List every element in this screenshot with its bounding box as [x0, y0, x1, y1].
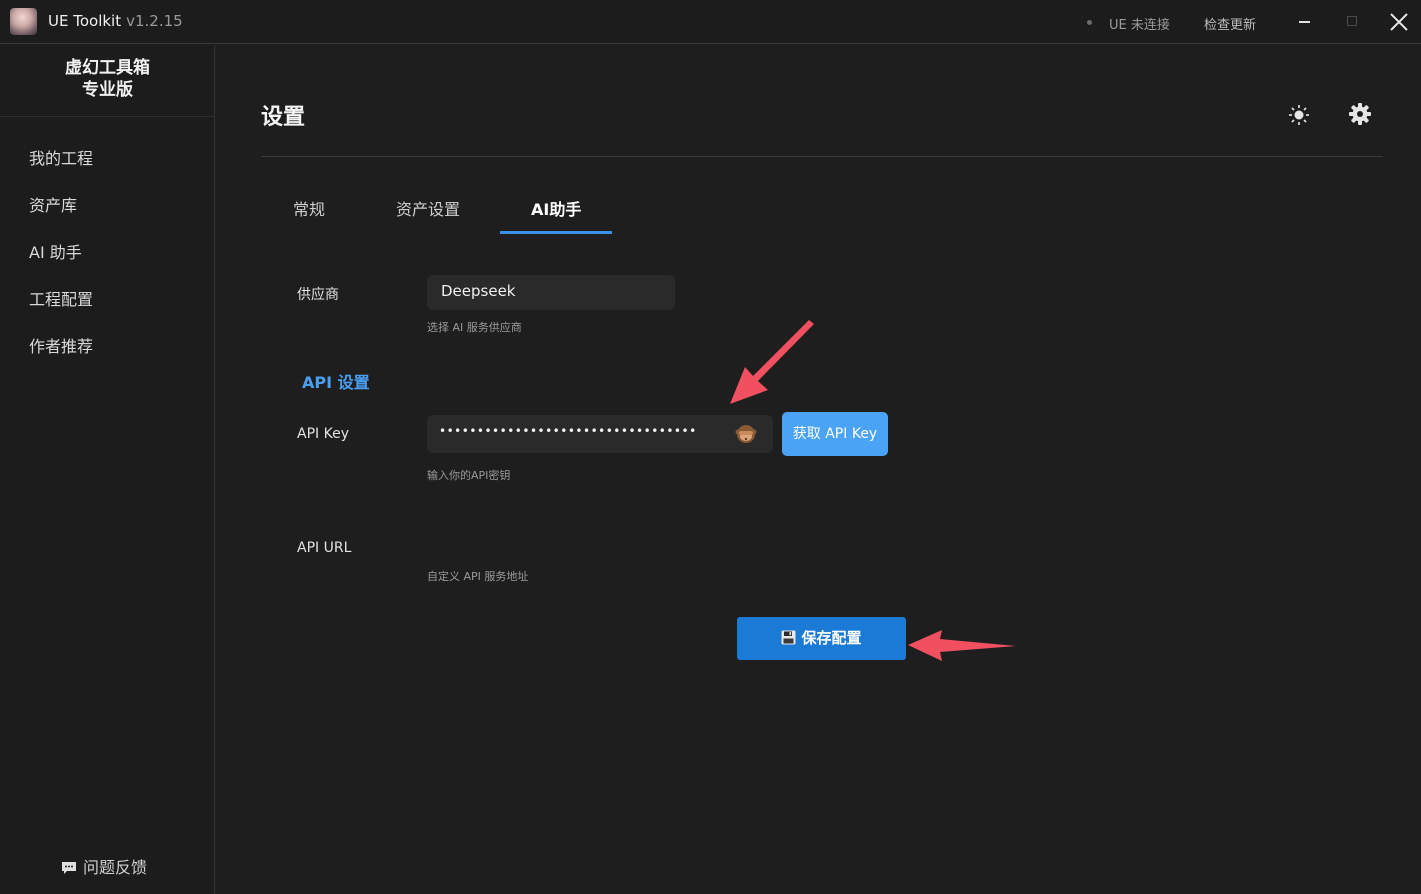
api-key-input[interactable]: •••••••••••••••••••••••••••••••••• — [427, 415, 773, 453]
tab-general[interactable]: 常规 — [293, 196, 325, 220]
gear-icon[interactable] — [1348, 102, 1372, 126]
sidebar: 虚幻工具箱 专业版 我的工程 资产库 AI 助手 工程配置 作者推荐 问题反馈 — [0, 45, 215, 894]
chat-bubble-icon — [62, 862, 76, 874]
brand-line-2: 专业版 — [82, 80, 133, 100]
status-dot-icon — [1087, 20, 1092, 25]
api-key-label: API Key — [297, 426, 349, 442]
title-divider — [261, 156, 1383, 157]
title-bar: UE Toolkit v1.2.15 UE 未连接 检查更新 — [0, 0, 1421, 44]
brand-divider — [0, 116, 215, 117]
get-api-key-button[interactable]: 获取 API Key — [782, 412, 888, 456]
close-icon[interactable] — [1387, 10, 1411, 34]
save-config-label: 保存配置 — [801, 629, 862, 647]
feedback-button[interactable]: 问题反馈 — [61, 854, 147, 878]
app-title: UE Toolkit v1.2.15 — [48, 12, 183, 30]
sidebar-item-project-config[interactable]: 工程配置 — [29, 286, 93, 310]
minimize-icon[interactable] — [1299, 21, 1310, 23]
app-avatar-icon — [10, 8, 37, 35]
page-title: 设置 — [261, 105, 306, 130]
sidebar-item-my-projects[interactable]: 我的工程 — [29, 145, 93, 169]
provider-select[interactable]: Deepseek — [427, 275, 675, 310]
sun-icon[interactable] — [1288, 104, 1310, 126]
sidebar-item-ai-assistant[interactable]: AI 助手 — [29, 239, 82, 263]
api-section-title: API 设置 — [302, 373, 370, 392]
maximize-icon[interactable] — [1347, 16, 1357, 26]
api-url-label: API URL — [297, 540, 352, 556]
api-url-hint: 自定义 API 服务地址 — [427, 570, 529, 583]
main-content: 设置 常规 资产设置 AI助手 供应商 Deepseek 选择 AI 服务供应商… — [216, 45, 1421, 894]
brand-title: 虚幻工具箱 专业版 — [0, 57, 215, 101]
ue-connection-status: UE 未连接 — [1109, 18, 1170, 33]
floppy-disk-icon — [781, 630, 796, 645]
app-version: v1.2.15 — [126, 12, 183, 30]
sidebar-item-author-picks[interactable]: 作者推荐 — [29, 333, 93, 357]
tab-ai-assistant[interactable]: AI助手 — [531, 196, 581, 220]
check-update-button[interactable]: 检查更新 — [1204, 14, 1256, 33]
active-tab-indicator — [500, 231, 612, 234]
tab-asset-settings[interactable]: 资产设置 — [396, 196, 460, 220]
provider-hint: 选择 AI 服务供应商 — [427, 321, 522, 334]
see-no-evil-monkey-icon[interactable] — [735, 423, 757, 445]
save-config-button[interactable]: 保存配置 — [737, 617, 906, 660]
provider-label: 供应商 — [297, 287, 339, 303]
sidebar-item-asset-library[interactable]: 资产库 — [29, 192, 77, 216]
brand-line-1: 虚幻工具箱 — [65, 58, 150, 78]
api-key-hint: 输入你的API密钥 — [427, 469, 511, 482]
app-name: UE Toolkit — [48, 12, 122, 30]
feedback-label: 问题反馈 — [83, 858, 148, 877]
